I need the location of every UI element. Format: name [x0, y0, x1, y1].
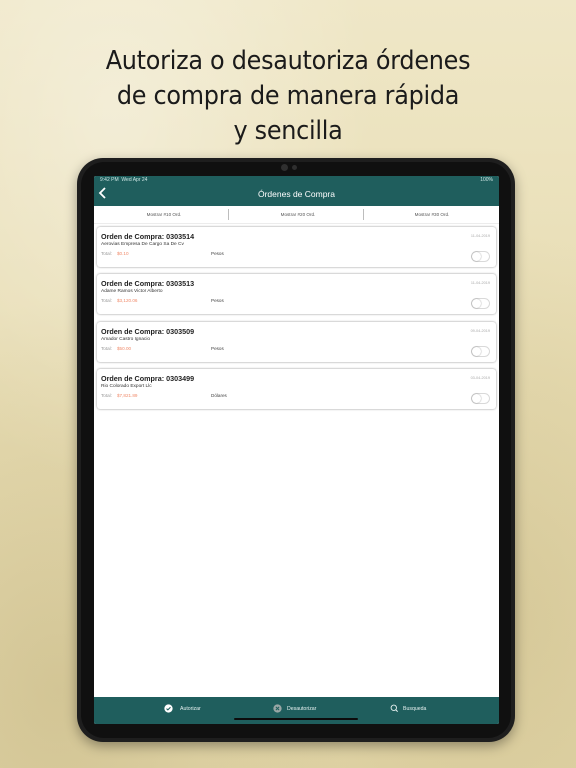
vendor-name: Amador Castro Ignacio — [101, 337, 151, 342]
total-value: $50.00 — [117, 346, 132, 351]
total-label: Total: — [101, 346, 112, 351]
search-icon — [390, 704, 399, 713]
total-value: $7,821.89 — [117, 393, 138, 398]
toggle-knob — [472, 347, 481, 356]
page-title: Órdenes de Compra — [257, 189, 335, 199]
order-card[interactable]: Orden de Compra: 0303509 09-04-2019 Amad… — [97, 322, 496, 362]
total-label: Total: — [101, 393, 112, 398]
order-date: 11-04-2019 — [470, 234, 490, 238]
headline-line-1: Autoriza o desautoriza órdenes — [105, 46, 471, 76]
tab-desautorizar-label: Desautorizar — [287, 706, 317, 712]
vendor-name: Rio Colorado Export Llc — [101, 384, 152, 389]
order-title: Orden de Compra: 0303499 — [101, 374, 195, 383]
headline-line-3: y sencilla — [233, 116, 343, 146]
authorize-toggle[interactable] — [471, 298, 490, 309]
vendor-name: Adame Ramos Victor Alberto — [101, 289, 163, 294]
home-indicator[interactable] — [234, 718, 358, 720]
marketing-headline: Autoriza o desautoriza órdenes de compra… — [23, 44, 553, 149]
filter-10-orders[interactable]: Mostrar #10 Ord. — [97, 211, 231, 218]
authorize-toggle[interactable] — [471, 393, 490, 404]
total-value: $0.10 — [117, 251, 129, 256]
tab-busqueda-label: Busqueda — [403, 706, 427, 712]
vendor-name: Aerovias Empresa De Cargo Sa De Cv — [101, 242, 184, 247]
total-value: $3,120.06 — [117, 298, 138, 303]
filter-20-orders[interactable]: Mostrar #20 Ord. — [231, 211, 365, 218]
status-battery: 100% — [480, 177, 493, 183]
currency: Pesos — [211, 251, 224, 256]
toggle-knob — [472, 252, 481, 261]
order-title: Orden de Compra: 0303514 — [101, 232, 195, 241]
authorize-toggle[interactable] — [471, 346, 490, 357]
tab-bar: Autorizar Desautorizar Busqueda — [94, 697, 499, 724]
filter-divider — [363, 209, 364, 220]
order-card[interactable]: Orden de Compra: 0303499 03-04-2019 Rio … — [97, 369, 496, 409]
check-circle-icon — [164, 704, 173, 713]
currency: Dólares — [211, 393, 227, 398]
sensor-icon — [292, 165, 297, 170]
order-date: 03-04-2019 — [470, 376, 490, 380]
camera-icon — [281, 164, 288, 171]
filter-bar: Mostrar #10 Ord. Mostrar #20 Ord. Mostra… — [94, 206, 499, 224]
status-time: 9:42 PM — [100, 177, 119, 183]
app-screen: 9:42 PM Wed Apr 24 100% Órdenes de Compr… — [94, 176, 499, 724]
currency: Pesos — [211, 298, 224, 303]
order-date: 09-04-2019 — [470, 329, 490, 333]
order-title: Orden de Compra: 0303509 — [101, 327, 195, 336]
total-label: Total: — [101, 298, 112, 303]
order-card[interactable]: Orden de Compra: 0303514 11-04-2019 Aero… — [97, 227, 496, 267]
toggle-knob — [472, 394, 481, 403]
headline-line-2: de compra de manera rápida — [116, 81, 460, 111]
status-bar: 9:42 PM Wed Apr 24 100% — [94, 176, 499, 184]
nav-bar: Órdenes de Compra — [94, 184, 499, 206]
total-label: Total: — [101, 251, 112, 256]
order-title: Orden de Compra: 0303513 — [101, 279, 195, 288]
tab-autorizar-label: Autorizar — [180, 706, 201, 712]
toggle-knob — [472, 299, 481, 308]
currency: Pesos — [211, 346, 224, 351]
status-date: Wed Apr 24 — [121, 177, 148, 183]
x-circle-icon — [273, 704, 282, 713]
tab-busqueda[interactable]: Busqueda — [390, 697, 440, 724]
order-date: 11-04-2019 — [470, 281, 490, 285]
filter-30-orders[interactable]: Mostrar #30 Ord. — [365, 211, 499, 218]
filter-divider — [228, 209, 229, 220]
order-card[interactable]: Orden de Compra: 0303513 11-04-2019 Adam… — [97, 274, 496, 314]
tab-autorizar[interactable]: Autorizar — [164, 697, 224, 724]
authorize-toggle[interactable] — [471, 251, 490, 262]
